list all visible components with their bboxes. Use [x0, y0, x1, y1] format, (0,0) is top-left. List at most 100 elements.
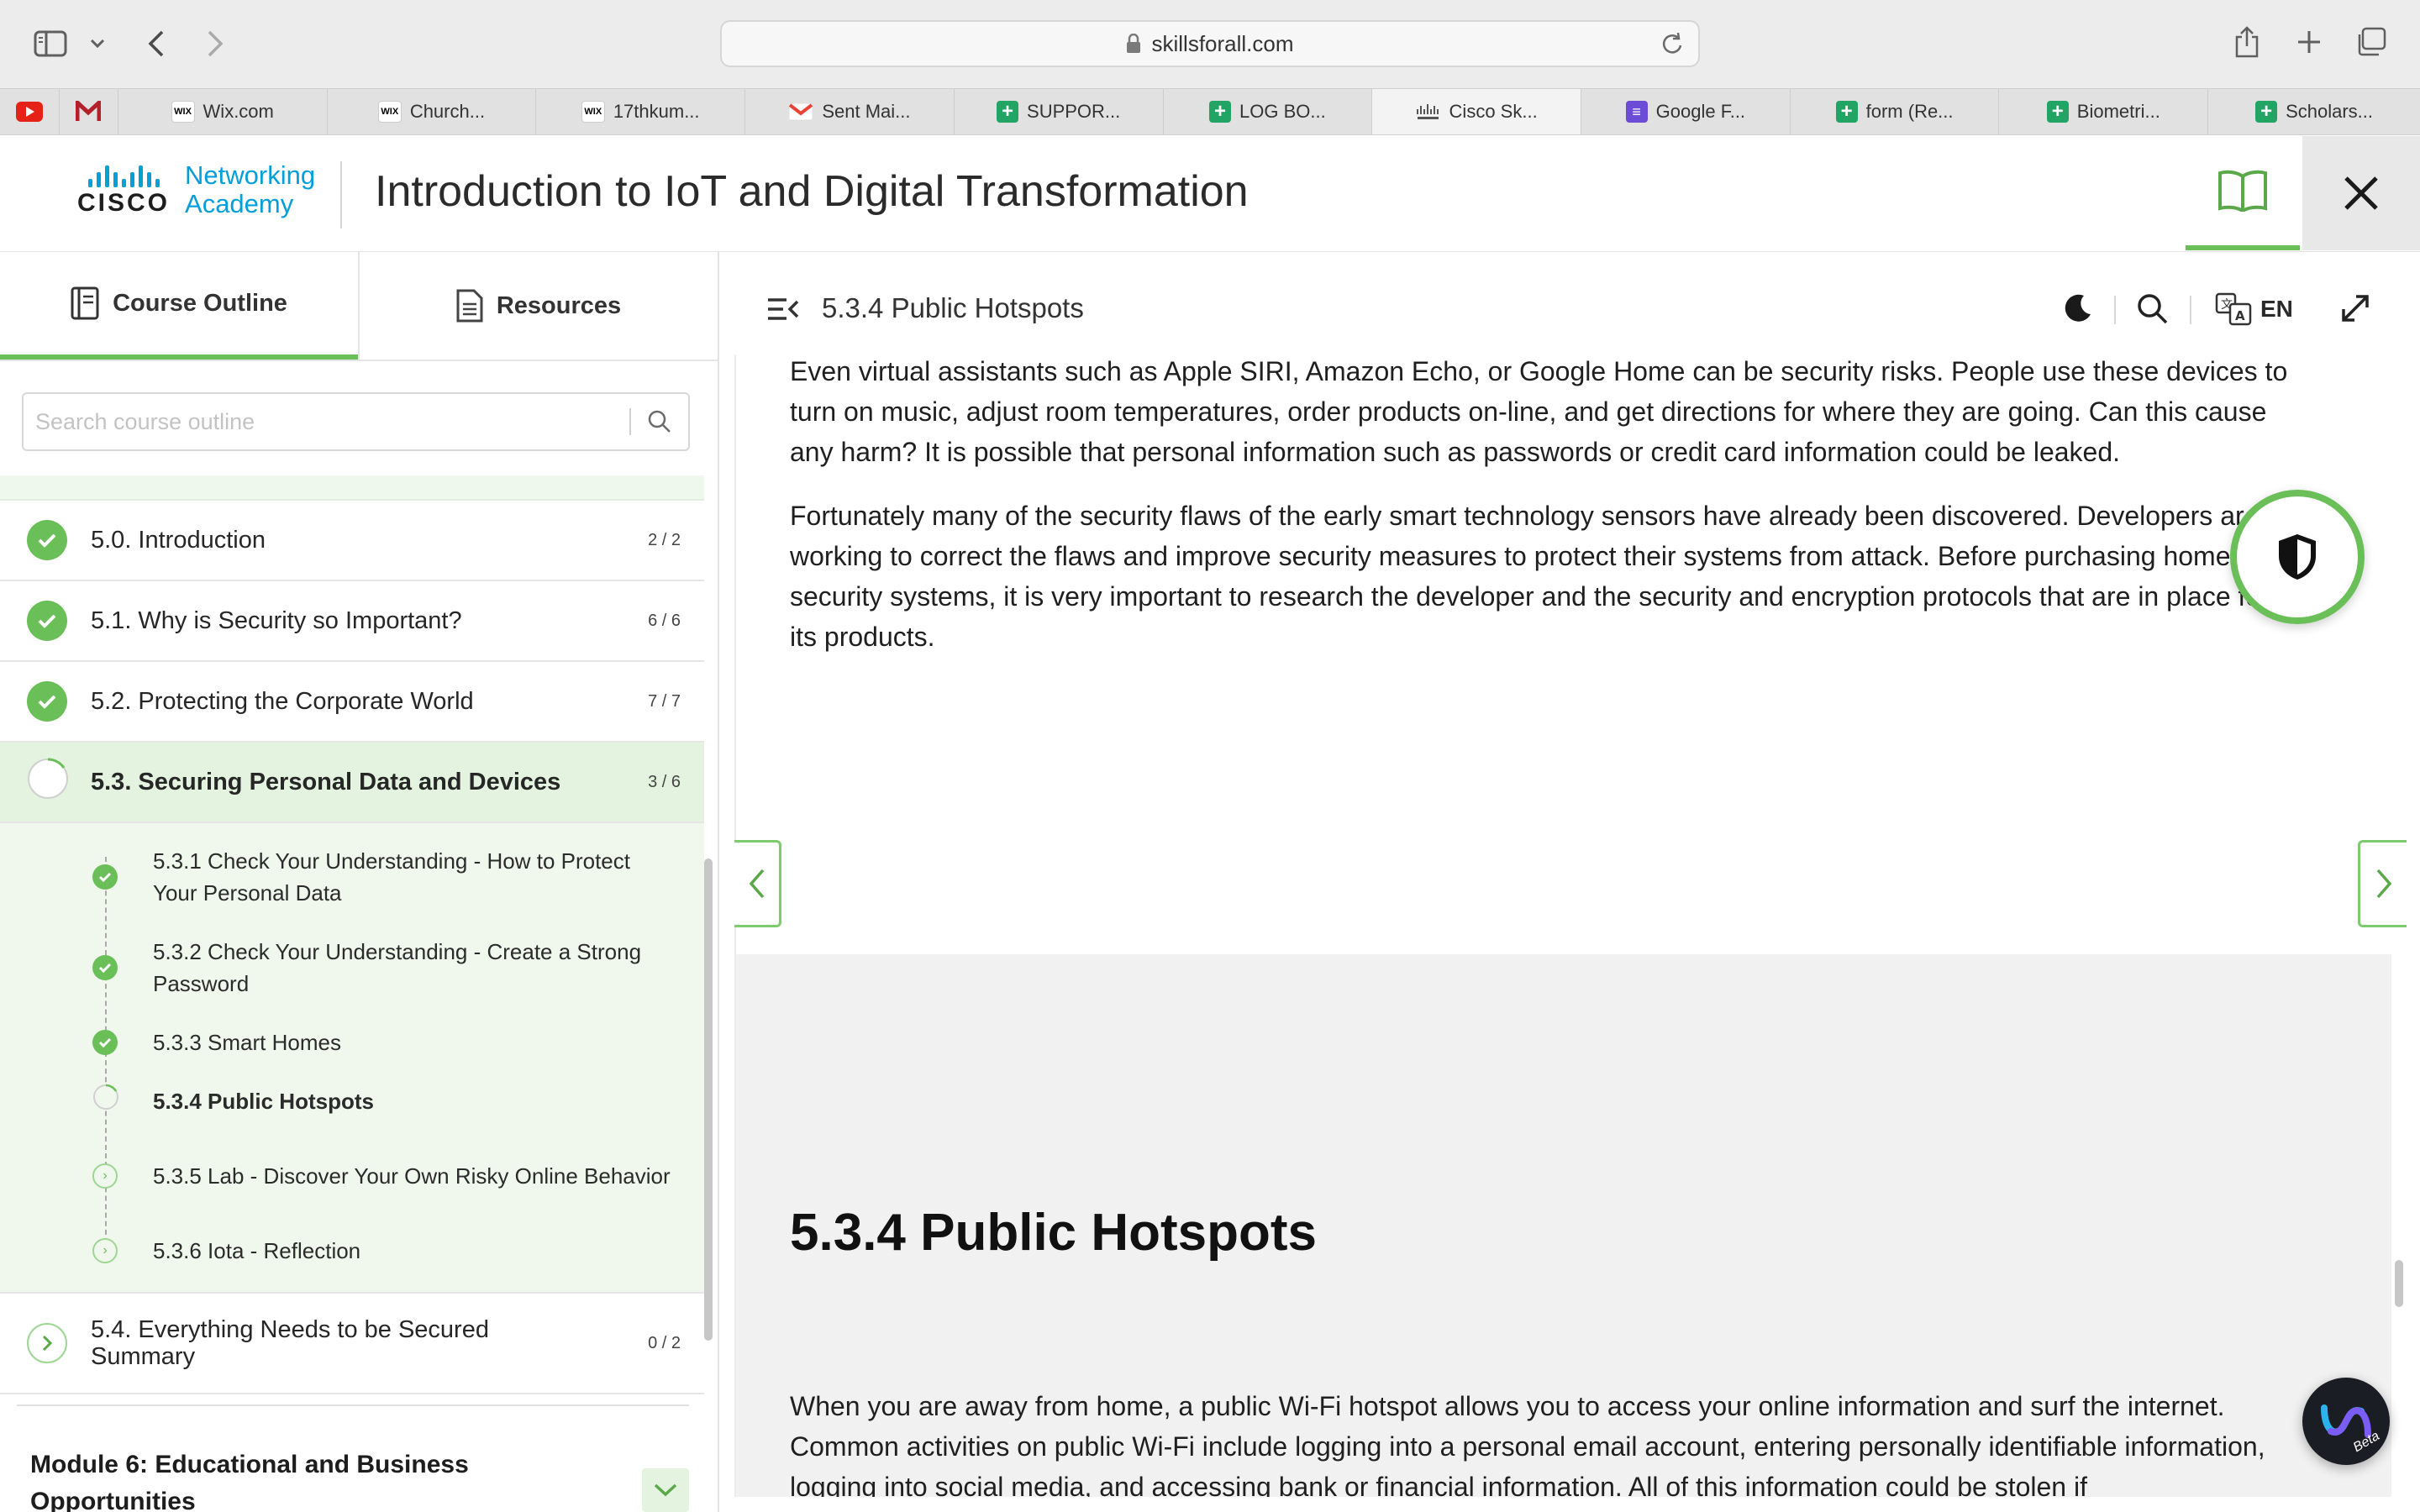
- section-progress-count: 7 / 7: [648, 691, 681, 711]
- cisco-icon: [1416, 104, 1439, 119]
- search-icon[interactable]: [2136, 292, 2170, 330]
- tab-label: Scholars...: [2286, 101, 2374, 122]
- check-circle-icon: [27, 601, 67, 641]
- outline-section-5-3[interactable]: 5.3. Securing Personal Data and Devices …: [0, 743, 704, 823]
- item-label: 5.3.1 Check Your Understanding - How to …: [153, 848, 630, 906]
- tab-label: Church...: [409, 101, 486, 122]
- tab-2[interactable]: WIX 17thkum...: [535, 89, 744, 134]
- course-title: Introduction to IoT and Digital Transfor…: [375, 167, 1249, 216]
- previous-page-button[interactable]: [734, 840, 781, 927]
- outline-section-5-4[interactable]: 5.4. Everything Needs to be Secured Summ…: [0, 1294, 704, 1394]
- wix-icon: WIX: [581, 101, 605, 123]
- svg-text:A: A: [2235, 308, 2245, 323]
- outline-section-5-1[interactable]: 5.1. Why is Security so Important? 6 / 6: [0, 581, 704, 662]
- chevron-down-icon: [654, 1483, 677, 1497]
- close-course-button[interactable]: [2302, 136, 2420, 250]
- tab-resources[interactable]: Resources: [358, 252, 718, 360]
- tab-10[interactable]: + Scholars...: [2207, 89, 2420, 134]
- tab-8[interactable]: + form (Re...: [1789, 89, 1999, 134]
- back-icon[interactable]: [139, 25, 173, 62]
- app-header: CISCO Networking Academy Introduction to…: [0, 136, 2420, 252]
- sheets-icon: +: [1835, 100, 1858, 123]
- tab-course-outline-label: Course Outline: [113, 289, 287, 317]
- sidebar-toggle-icon[interactable]: [34, 29, 67, 59]
- tab-label: Google F...: [1655, 101, 1746, 122]
- outline-search-input[interactable]: [24, 394, 629, 449]
- wix-icon: WIX: [171, 101, 195, 123]
- logo-line-networking: Networking: [185, 160, 316, 190]
- check-circle-icon: [27, 681, 67, 722]
- tab-9[interactable]: + Biometri...: [1998, 89, 2207, 134]
- item-label: 5.3.3 Smart Homes: [153, 1030, 341, 1055]
- tab-overview-icon[interactable]: [2353, 25, 2390, 59]
- course-outline-list: 5.0. Introduction 2 / 2 5.1. Why is Secu…: [0, 475, 704, 1394]
- search-icon[interactable]: [631, 409, 688, 434]
- wix-icon: WIX: [377, 101, 402, 123]
- outline-item-5-3-5[interactable]: › 5.3.5 Lab - Discover Your Own Risky On…: [0, 1131, 704, 1221]
- progress-ring-icon: [92, 1084, 119, 1119]
- outline-section-5-0[interactable]: 5.0. Introduction 2 / 2: [0, 501, 704, 581]
- outline-item-5-3-1[interactable]: 5.3.1 Check Your Understanding - How to …: [0, 832, 704, 922]
- collapse-menu-icon[interactable]: [766, 296, 800, 327]
- gmail-icon: [788, 102, 813, 121]
- cisco-networking-academy-logo[interactable]: CISCO Networking Academy: [77, 161, 315, 218]
- section-label: 5.1. Why is Security so Important?: [91, 606, 462, 634]
- tab-7[interactable]: ≡ Google F...: [1580, 89, 1790, 134]
- sidebar-tabs: Course Outline Resources: [0, 252, 718, 361]
- tab-label: SUPPOR...: [1027, 101, 1121, 122]
- paragraph-public-wifi: When you are away from home, a public Wi…: [790, 1391, 2265, 1497]
- tab-0[interactable]: WIX Wix.com: [117, 89, 327, 134]
- pinned-tab-youtube[interactable]: [0, 89, 59, 134]
- content-scrollbar[interactable]: [2395, 1260, 2403, 1307]
- tab-5[interactable]: + LOG BO...: [1162, 89, 1372, 134]
- moon-icon[interactable]: [2062, 292, 2094, 328]
- sidebar-scrollbar[interactable]: [704, 858, 713, 1341]
- browser-tab-strip: WIX Wix.com WIX Church... WIX 17thkum... Se…: [0, 88, 2420, 135]
- check-dot-icon: [92, 955, 118, 980]
- outline-item-5-3-3[interactable]: 5.3.3 Smart Homes: [0, 1013, 704, 1072]
- previous-section-edge: [0, 475, 704, 501]
- outline-search-box: [22, 392, 690, 451]
- share-icon[interactable]: [2230, 22, 2264, 62]
- lock-icon: [1127, 34, 1141, 53]
- outline-item-5-3-4[interactable]: 5.3.4 Public Hotspots: [0, 1072, 704, 1131]
- section-label: 5.0. Introduction: [91, 526, 266, 554]
- translate-icon[interactable]: 文A: [2215, 292, 2252, 330]
- language-code[interactable]: EN: [2260, 296, 2293, 323]
- section-heading: 5.3.4 Public Hotspots: [790, 1204, 1318, 1262]
- expand-module-button[interactable]: [642, 1468, 689, 1512]
- new-tab-icon[interactable]: [2292, 25, 2326, 59]
- outline-item-5-3-2[interactable]: 5.3.2 Check Your Understanding - Create …: [0, 922, 704, 1013]
- tab-6[interactable]: Cisco Sk...: [1371, 89, 1581, 134]
- tab-course-outline[interactable]: Course Outline: [0, 252, 358, 360]
- section-label: 5.2. Protecting the Corporate World: [91, 687, 474, 715]
- youtube-icon: [15, 102, 43, 122]
- book-icon: [2218, 170, 2267, 212]
- module-6-heading[interactable]: Module 6: Educational and Business Oppor…: [30, 1446, 635, 1512]
- chevron-down-icon[interactable]: [87, 34, 108, 54]
- course-sidebar: Course Outline Resources 5.0. Introducti…: [0, 252, 719, 1512]
- tab-1[interactable]: WIX Church...: [326, 89, 536, 134]
- expand-icon[interactable]: [2339, 292, 2371, 328]
- outline-section-5-2[interactable]: 5.2. Protecting the Corporate World 7 / …: [0, 662, 704, 743]
- book-button[interactable]: [2186, 136, 2300, 250]
- chevron-left-icon: [749, 869, 764, 899]
- forward-icon[interactable]: [198, 25, 232, 62]
- reload-icon[interactable]: [1660, 30, 1685, 61]
- tab-4[interactable]: + SUPPOR...: [953, 89, 1163, 134]
- next-page-button[interactable]: [2358, 840, 2407, 927]
- outline-item-5-3-6[interactable]: › 5.3.6 Iota - Reflection: [0, 1221, 704, 1280]
- content-toolbar: 5.3.4 Public Hotspots 文A EN: [734, 267, 2391, 354]
- pinned-tab-mail[interactable]: [58, 89, 118, 134]
- address-bar[interactable]: skillsforall.com: [720, 20, 1700, 67]
- tab-3[interactable]: Sent Mai...: [744, 89, 954, 134]
- url-text: skillsforall.com: [1151, 30, 1294, 56]
- webex-assistant-button[interactable]: [2302, 1378, 2390, 1465]
- logo-line-academy: Academy: [185, 189, 294, 218]
- item-label: 5.3.5 Lab - Discover Your Own Risky Onli…: [153, 1163, 671, 1189]
- security-shield-button[interactable]: [2230, 490, 2365, 624]
- chevron-right-icon: ›: [92, 1238, 118, 1263]
- document-icon: [456, 289, 483, 323]
- close-icon: [2344, 176, 2378, 210]
- browser-toolbar: skillsforall.com: [0, 0, 2420, 88]
